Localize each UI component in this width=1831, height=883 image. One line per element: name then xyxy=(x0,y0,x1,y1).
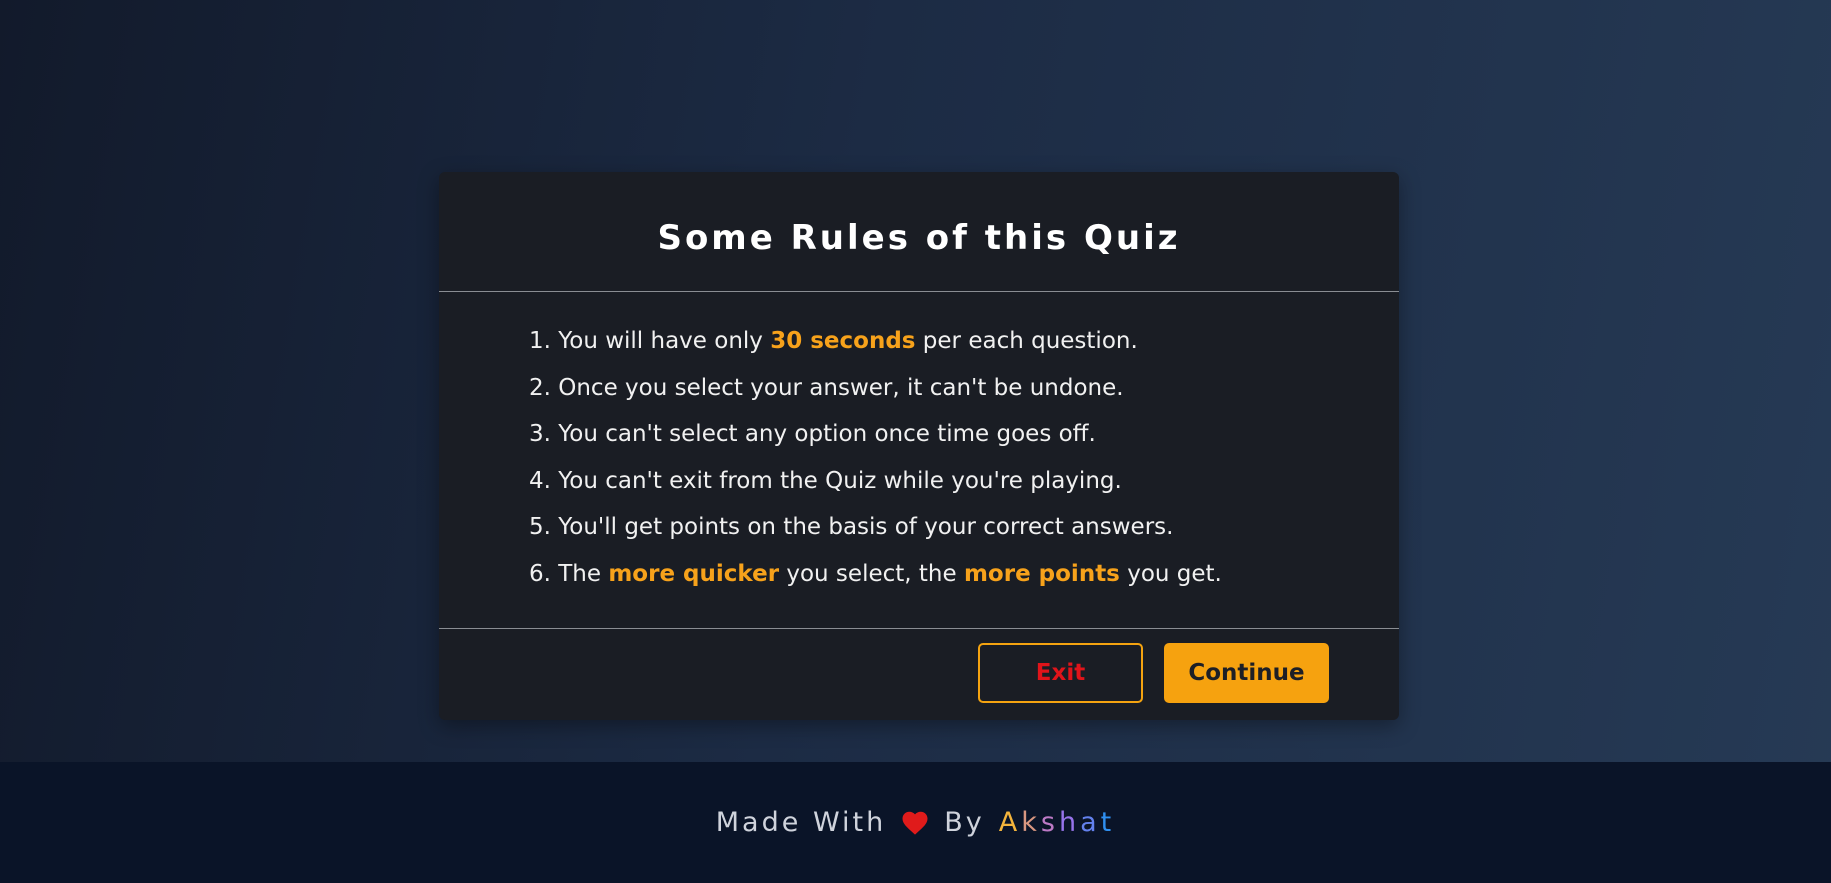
rule-item: 6. The more quicker you select, the more… xyxy=(529,560,1222,587)
footer-credit: Made With By Akshat xyxy=(716,807,1115,838)
rule-item: 3. You can't select any option once time… xyxy=(529,421,1096,447)
rule-item: 1. You will have only 30 seconds per eac… xyxy=(529,328,1138,354)
rule-item: 5. You'll get points on the basis of you… xyxy=(529,514,1174,540)
author-letter: A xyxy=(998,807,1022,838)
continue-button[interactable]: Continue xyxy=(1164,643,1329,703)
made-with-text: Made With xyxy=(715,807,887,838)
page-background: Some Rules of this Quiz 1. You will have… xyxy=(0,0,1831,762)
rule-highlight: more quicker xyxy=(608,560,780,587)
rule-item: 4. You can't exit from the Quiz while yo… xyxy=(529,467,1122,494)
by-text: By xyxy=(944,807,985,838)
author-letter: a xyxy=(1080,807,1101,838)
heart-icon xyxy=(902,811,928,835)
rule-highlight: more points xyxy=(963,560,1120,587)
rules-list: 1. You will have only 30 seconds per eac… xyxy=(439,292,1399,628)
rules-dialog: Some Rules of this Quiz 1. You will have… xyxy=(439,172,1399,720)
footer: Made With By Akshat xyxy=(0,762,1831,883)
rule-item: 2. Once you select your answer, it can't… xyxy=(529,374,1124,401)
dialog-title: Some Rules of this Quiz xyxy=(657,217,1181,258)
author-letter: h xyxy=(1058,807,1081,838)
exit-button[interactable]: Exit xyxy=(978,643,1143,703)
dialog-actions: Exit Continue xyxy=(439,629,1399,720)
author-name: Akshat xyxy=(999,807,1115,838)
author-letter: s xyxy=(1040,807,1059,838)
author-letter: t xyxy=(1100,807,1116,838)
rule-highlight: 30 seconds xyxy=(770,328,916,354)
author-letter: k xyxy=(1021,807,1041,838)
